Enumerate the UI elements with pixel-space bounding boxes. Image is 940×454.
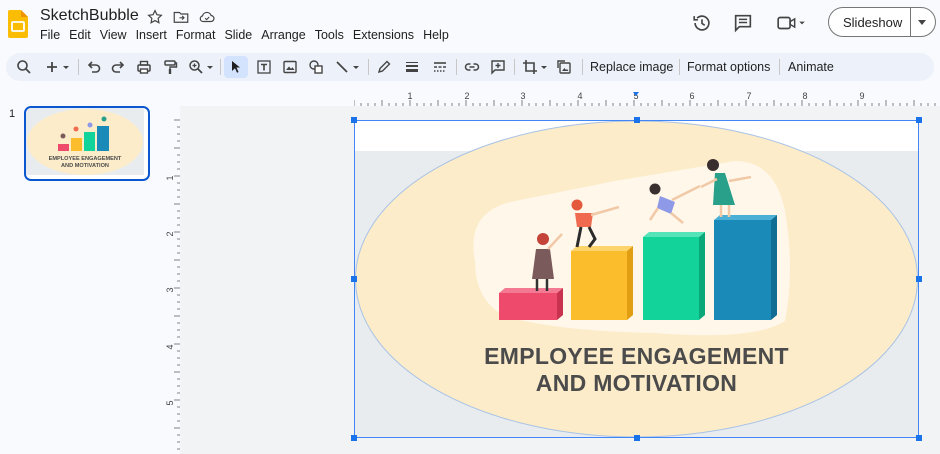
- step-bar-4: [714, 215, 777, 320]
- step-bar-3: [643, 232, 705, 320]
- comments-icon[interactable]: [732, 12, 754, 34]
- menu-insert[interactable]: Insert: [136, 28, 174, 42]
- menu-arrange[interactable]: Arrange: [261, 28, 312, 42]
- menu-extensions[interactable]: Extensions: [353, 28, 421, 42]
- border-color-icon[interactable]: [374, 57, 394, 77]
- redo-icon[interactable]: [108, 57, 128, 77]
- menu-bar: File Edit View Insert Format Slide Arran…: [40, 28, 458, 42]
- step-bar-1: [499, 288, 563, 320]
- reset-image-icon[interactable]: [554, 57, 574, 77]
- thumbnail-graphic: EMPLOYEE ENGAGEMENT AND MOTIVATION: [26, 108, 144, 175]
- slide-thumbnail[interactable]: EMPLOYEE ENGAGEMENT AND MOTIVATION: [24, 106, 150, 181]
- insert-image-icon[interactable]: [280, 57, 300, 77]
- crop-dropdown-icon[interactable]: [538, 57, 550, 77]
- new-slide-dropdown-icon[interactable]: [60, 57, 72, 77]
- menu-tools[interactable]: Tools: [315, 28, 351, 42]
- slide-title-line1: EMPLOYEE ENGAGEMENT: [484, 343, 789, 369]
- menu-file[interactable]: File: [40, 28, 67, 42]
- menu-help[interactable]: Help: [423, 28, 456, 42]
- border-weight-icon[interactable]: [402, 57, 422, 77]
- horizontal-ruler[interactable]: 1 2 3 4 5 6 7 8 9: [354, 90, 940, 106]
- toolbar-divider: [779, 59, 780, 75]
- line-dropdown-icon[interactable]: [350, 57, 362, 77]
- ruler-label: 9: [859, 91, 864, 101]
- zoom-icon[interactable]: [186, 57, 206, 77]
- star-icon[interactable]: [146, 8, 164, 26]
- resize-handle-bottom-left[interactable]: [351, 435, 357, 441]
- replace-image-button[interactable]: Replace image: [590, 60, 673, 74]
- line-icon[interactable]: [332, 57, 352, 77]
- cloud-saved-icon[interactable]: [198, 8, 216, 26]
- ruler-label: 5: [165, 400, 175, 405]
- meet-camera-icon[interactable]: [774, 12, 808, 34]
- move-folder-icon[interactable]: [172, 8, 190, 26]
- menu-slide[interactable]: Slide: [224, 28, 259, 42]
- search-menus-icon[interactable]: [14, 57, 34, 77]
- thumb-title-line2: AND MOTIVATION: [61, 163, 109, 169]
- thumb-title-line1: EMPLOYEE ENGAGEMENT: [49, 156, 122, 162]
- paint-format-icon[interactable]: [160, 57, 180, 77]
- menu-view[interactable]: View: [100, 28, 134, 42]
- slideshow-divider: [910, 8, 911, 36]
- ruler-label: 1: [407, 91, 412, 101]
- slides-logo-icon[interactable]: [8, 10, 28, 38]
- format-options-button[interactable]: Format options: [687, 60, 770, 74]
- ruler-label: 2: [464, 91, 469, 101]
- toolbar-divider: [582, 59, 583, 75]
- resize-handle-bottom[interactable]: [634, 435, 640, 441]
- ruler-label: 3: [165, 287, 175, 292]
- toolbar-divider: [514, 59, 515, 75]
- ruler-label: 3: [520, 91, 525, 101]
- crop-icon[interactable]: [520, 57, 540, 77]
- resize-handle-top-left[interactable]: [351, 117, 357, 123]
- select-tool-icon[interactable]: [224, 56, 248, 78]
- border-dash-icon[interactable]: [430, 57, 450, 77]
- text-box-icon[interactable]: [254, 57, 274, 77]
- toolbar: Replace image Format options Animate: [6, 53, 934, 81]
- ruler-label: 4: [577, 91, 582, 101]
- ruler-label: 2: [165, 231, 175, 236]
- filmstrip-panel: 1 EMPLOYEE ENGAGEMENT AND MOTIVATION: [0, 90, 172, 454]
- zoom-dropdown-icon[interactable]: [204, 57, 216, 77]
- resize-handle-top[interactable]: [634, 117, 640, 123]
- toolbar-divider: [456, 59, 457, 75]
- slide-canvas[interactable]: EMPLOYEE ENGAGEMENT AND MOTIVATION: [355, 121, 918, 438]
- ruler-label: 6: [689, 91, 694, 101]
- animate-button[interactable]: Animate: [788, 60, 834, 74]
- ruler-label: 8: [802, 91, 807, 101]
- new-slide-icon[interactable]: [42, 57, 62, 77]
- menu-edit[interactable]: Edit: [69, 28, 98, 42]
- document-title[interactable]: SketchBubble: [40, 7, 139, 25]
- ruler-label: 7: [746, 91, 751, 101]
- slide-title-line2: AND MOTIVATION: [535, 370, 738, 396]
- toolbar-divider: [679, 59, 680, 75]
- ruler-label: 1: [165, 175, 175, 180]
- resize-handle-left[interactable]: [351, 276, 357, 282]
- resize-handle-top-right[interactable]: [916, 117, 922, 123]
- shape-icon[interactable]: [306, 57, 326, 77]
- toolbar-divider: [78, 59, 79, 75]
- print-icon[interactable]: [134, 57, 154, 77]
- undo-icon[interactable]: [84, 57, 104, 77]
- resize-handle-right[interactable]: [916, 276, 922, 282]
- slideshow-label: Slideshow: [843, 15, 903, 30]
- slideshow-button[interactable]: Slideshow: [828, 7, 936, 37]
- slide-number: 1: [9, 108, 16, 120]
- insert-link-icon[interactable]: [462, 57, 482, 77]
- toolbar-divider: [368, 59, 369, 75]
- resize-handle-bottom-right[interactable]: [916, 435, 922, 441]
- menu-format[interactable]: Format: [176, 28, 223, 42]
- step-bar-2: [571, 246, 633, 320]
- slideshow-dropdown-icon[interactable]: [918, 20, 926, 25]
- vertical-ruler[interactable]: 1 2 3 4 5: [164, 106, 180, 454]
- ruler-label: 4: [165, 344, 175, 349]
- add-comment-icon[interactable]: [488, 57, 508, 77]
- toolbar-divider: [220, 59, 221, 75]
- version-history-icon[interactable]: [691, 12, 713, 34]
